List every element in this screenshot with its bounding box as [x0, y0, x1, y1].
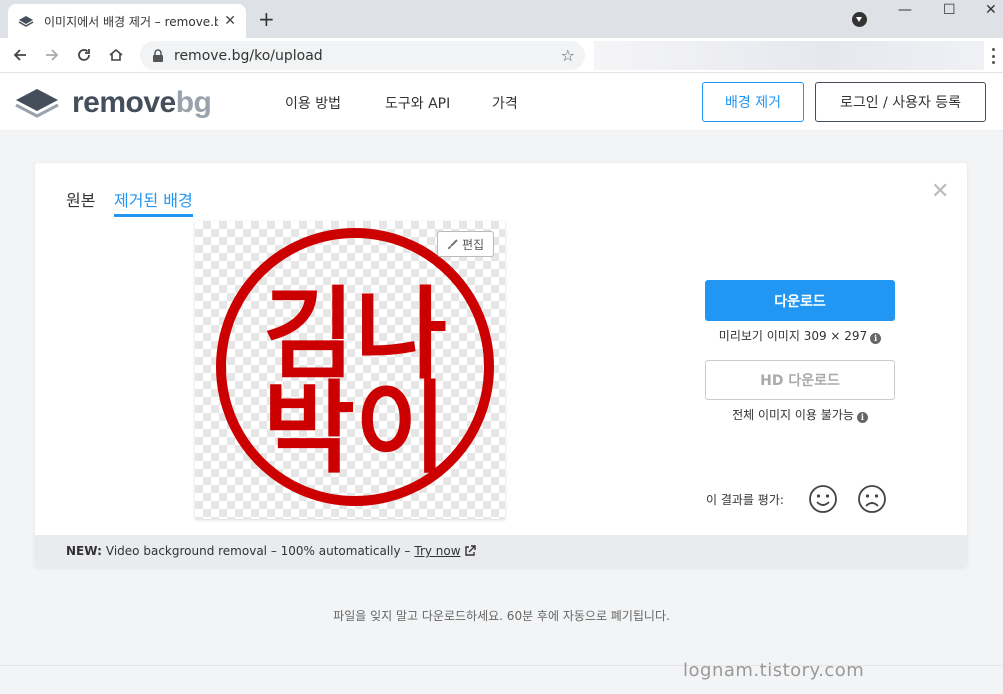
- stamp-line-2: 박이: [263, 370, 447, 487]
- remove-bg-button[interactable]: 배경 제거: [702, 82, 804, 122]
- new-tab-button[interactable]: +: [258, 8, 275, 30]
- nav-how-to[interactable]: 이용 방법: [285, 93, 341, 113]
- smile-icon[interactable]: [808, 484, 838, 514]
- back-icon[interactable]: [9, 44, 31, 66]
- star-icon[interactable]: ☆: [561, 46, 575, 65]
- footer-text: Video background removal – 100% automati…: [105, 544, 411, 558]
- download-button[interactable]: 다운로드: [705, 280, 895, 321]
- extension-area: [594, 41, 984, 70]
- maximize-button[interactable]: ☐: [943, 2, 956, 18]
- lock-icon: [153, 48, 163, 62]
- logo[interactable]: removebg: [14, 85, 212, 121]
- browser-tabbar: 이미지에서 배경 제거 – remove.bg ✕ + — ☐ ✕: [0, 0, 1003, 38]
- browser-menu-icon[interactable]: [992, 48, 996, 64]
- edit-label: 편집: [461, 237, 485, 252]
- logo-text: removebg: [72, 86, 212, 119]
- hd-download-button[interactable]: HD 다운로드: [705, 360, 895, 400]
- tab-removed-background[interactable]: 제거된 배경: [114, 187, 193, 217]
- tab-search-icon[interactable]: [852, 12, 867, 27]
- tab-title: 이미지에서 배경 제거 – remove.bg: [44, 14, 219, 29]
- minimize-button[interactable]: —: [898, 2, 912, 18]
- removebg-favicon-icon: [18, 16, 34, 27]
- result-preview: 김나 박이 편집: [195, 221, 505, 519]
- result-card: 원본 제거된 배경 ✕ 김나 박이 편집 다운로드 미리보기 이미지 309 ×…: [35, 163, 967, 567]
- watermark: lognam.tistory.com: [683, 660, 865, 681]
- preview-size-note: 미리보기 이미지 309 × 297 i: [705, 327, 895, 344]
- forward-icon[interactable]: [41, 44, 63, 66]
- browser-toolbar: remove.bg/ko/upload ☆: [0, 38, 1003, 73]
- home-icon[interactable]: [105, 44, 127, 66]
- card-footer-banner: NEW: Video background removal – 100% aut…: [35, 535, 967, 567]
- auto-delete-note: 파일을 잊지 말고 다운로드하세요. 60분 후에 자동으로 폐기됩니다.: [333, 609, 670, 623]
- address-bar[interactable]: remove.bg/ko/upload ☆: [140, 41, 585, 70]
- nav-tools-api[interactable]: 도구와 API: [385, 93, 450, 113]
- info-icon[interactable]: i: [856, 412, 868, 423]
- browser-tab[interactable]: 이미지에서 배경 제거 – remove.bg ✕: [8, 4, 246, 38]
- layers-logo-icon: [15, 89, 59, 118]
- login-button[interactable]: 로그인 / 사용자 등록: [815, 82, 986, 122]
- close-window-button[interactable]: ✕: [985, 2, 997, 18]
- close-icon[interactable]: ✕: [931, 179, 949, 204]
- reload-icon[interactable]: [73, 44, 95, 66]
- info-icon[interactable]: i: [870, 333, 882, 344]
- stamp-image: 김나 박이: [216, 228, 494, 506]
- nav-pricing[interactable]: 가격: [492, 93, 518, 113]
- try-now-link[interactable]: Try now: [414, 544, 460, 558]
- hd-note: 전체 이미지 이용 불가능 i: [705, 406, 895, 423]
- tab-original[interactable]: 원본: [66, 187, 95, 211]
- edit-button[interactable]: 편집: [437, 231, 494, 257]
- site-header: removebg 이용 방법 도구와 API 가격 배경 제거 로그인 / 사용…: [0, 73, 1003, 131]
- frown-icon[interactable]: [857, 484, 887, 514]
- tab-close-icon[interactable]: ✕: [224, 13, 236, 29]
- rate-label: 이 결과를 평가:: [706, 493, 784, 507]
- brush-icon: [447, 238, 458, 249]
- url-text: remove.bg/ko/upload: [174, 47, 323, 64]
- external-link-icon[interactable]: [464, 545, 476, 557]
- new-label: NEW:: [66, 544, 102, 558]
